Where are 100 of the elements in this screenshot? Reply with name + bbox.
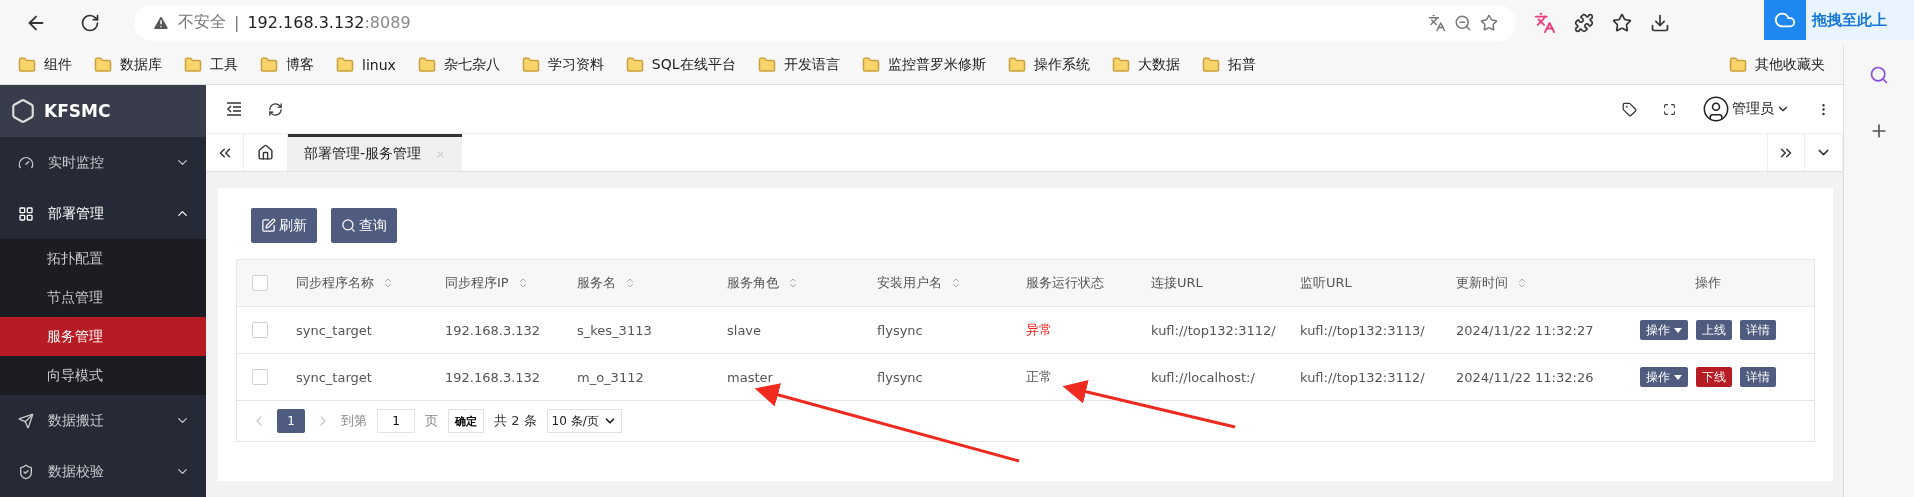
scroll-right-button[interactable]: [1767, 134, 1805, 171]
folder-icon: [1111, 55, 1130, 74]
table-cell: master: [727, 369, 773, 385]
refresh-icon[interactable]: [268, 101, 283, 117]
zoom-out-icon[interactable]: [1454, 13, 1472, 32]
caret-icon: [1673, 374, 1682, 380]
bookmark-folder[interactable]: 大数据: [1107, 53, 1184, 76]
column-header: 服务名: [577, 274, 616, 292]
folder-icon: [1201, 55, 1220, 74]
folder-icon: [521, 55, 540, 74]
fullscreen-icon[interactable]: [1663, 102, 1676, 116]
action-button[interactable]: 下线: [1695, 367, 1732, 387]
download-icon[interactable]: [1650, 12, 1670, 33]
user-menu[interactable]: 管理员: [1702, 95, 1790, 123]
folder-icon: [184, 55, 202, 74]
status-text: 异常: [1026, 321, 1052, 339]
bookmark-folder[interactable]: 操作系统: [1003, 53, 1094, 76]
bookmark-folder[interactable]: 其他收藏夹: [1725, 53, 1829, 76]
page-size-select[interactable]: 10 条/页: [546, 409, 622, 433]
folder-icon: [94, 55, 112, 74]
toolbar-button[interactable]: 刷新: [251, 208, 317, 243]
confirm-button[interactable]: 确定: [448, 409, 484, 433]
table-cell: sync_target: [296, 369, 372, 385]
reload-icon[interactable]: [80, 12, 100, 33]
paper-plane-icon: [18, 412, 34, 429]
menu-item[interactable]: 实时监控: [0, 137, 206, 188]
table-cell: 2024/11/22 11:32:26: [1456, 369, 1594, 385]
page-tab[interactable]: 部署管理-服务管理: [288, 134, 463, 171]
search-icon: [341, 218, 356, 233]
table-cell: flysync: [877, 369, 923, 385]
toolbar-button[interactable]: 查询: [331, 208, 397, 243]
page-input[interactable]: 1: [377, 409, 415, 433]
bookmark-folder[interactable]: 拓普: [1197, 53, 1260, 76]
bookmark-folder[interactable]: 工具: [180, 53, 242, 76]
menu-item[interactable]: 数据校验: [0, 446, 206, 497]
gauge-icon: [18, 154, 34, 171]
menu-fold-icon[interactable]: [226, 102, 242, 116]
column-header: 服务角色: [727, 274, 779, 292]
shield-icon: [18, 463, 34, 480]
folder-icon: [861, 55, 880, 74]
folder-icon: [336, 55, 354, 74]
table-cell: sync_target: [296, 322, 372, 338]
folder-icon: [625, 55, 644, 74]
avatar-icon: [1702, 95, 1730, 123]
grid-icon: [18, 205, 34, 222]
translate-icon[interactable]: [1534, 11, 1556, 34]
brand-name: KFSMC: [44, 101, 111, 121]
bookmark-folder[interactable]: SQL在线平台: [621, 53, 740, 76]
folder-icon: [1729, 55, 1747, 74]
bookmark-folder[interactable]: 开发语言: [753, 53, 844, 76]
favorites-icon[interactable]: [1612, 12, 1632, 33]
page-unit: 页: [425, 412, 438, 430]
submenu-item[interactable]: 服务管理: [0, 317, 206, 356]
bookmark-folder[interactable]: 杂七杂八: [413, 53, 504, 76]
upload-widget-text: 拖拽至此上: [1812, 10, 1887, 30]
action-button[interactable]: 操作: [1639, 367, 1688, 387]
menu-item[interactable]: 部署管理: [0, 188, 206, 239]
table-cell: m_o_3112: [577, 369, 644, 385]
table-cell: kufl://top132:3112/: [1300, 369, 1425, 385]
edit-icon: [261, 218, 276, 233]
bookmark-folder[interactable]: 组件: [14, 53, 76, 76]
action-button[interactable]: 上线: [1695, 320, 1732, 340]
column-header: 操作: [1694, 274, 1721, 292]
row-checkbox[interactable]: [251, 369, 268, 385]
bookmark-folder[interactable]: 博客: [256, 53, 318, 76]
action-button[interactable]: 详情: [1739, 320, 1776, 340]
menu-item[interactable]: 数据搬迁: [0, 395, 206, 446]
column-header: 同步程序IP: [445, 274, 509, 292]
submenu-item[interactable]: 节点管理: [0, 278, 206, 317]
folder-icon: [757, 55, 776, 74]
bookmark-folder[interactable]: linux: [332, 53, 400, 76]
column-header: 同步程序名称: [296, 274, 374, 292]
address-bar[interactable]: 不安全 | 192.168.3.132:8089: [134, 4, 1516, 41]
action-button[interactable]: 操作: [1639, 320, 1688, 340]
extensions-icon[interactable]: [1574, 12, 1594, 33]
action-button[interactable]: 详情: [1739, 367, 1776, 387]
tag-icon[interactable]: [1622, 101, 1637, 117]
select-all-checkbox[interactable]: [251, 275, 268, 291]
table-cell: kufl://top132:3112/: [1151, 322, 1276, 338]
folder-icon: [1007, 55, 1026, 74]
page-button[interactable]: 1: [277, 409, 305, 433]
upload-widget[interactable]: 拖拽至此上: [1764, 0, 1914, 40]
status-text: 正常: [1026, 368, 1052, 386]
caret-icon: [1673, 327, 1682, 333]
table-cell: 2024/11/22 11:32:27: [1456, 322, 1594, 338]
search-icon[interactable]: [1869, 65, 1889, 85]
bookmark-folder[interactable]: 学习资料: [517, 53, 608, 76]
column-header: 安装用户名: [877, 274, 942, 292]
favorite-icon[interactable]: [1480, 13, 1498, 32]
submenu-item[interactable]: 拓扑配置: [0, 239, 206, 278]
table-cell: slave: [727, 322, 762, 338]
row-checkbox[interactable]: [251, 322, 268, 338]
goto-label: 到第: [341, 412, 367, 430]
column-header: 更新时间: [1456, 274, 1508, 292]
bookmark-folder[interactable]: 监控普罗米修斯: [857, 53, 990, 76]
separator-text: |: [234, 13, 240, 32]
submenu-item[interactable]: 向导模式: [0, 356, 206, 395]
logo-icon: [10, 98, 36, 124]
table-cell: kufl://top132:3113/: [1300, 322, 1425, 338]
bookmark-folder[interactable]: 数据库: [90, 53, 166, 76]
